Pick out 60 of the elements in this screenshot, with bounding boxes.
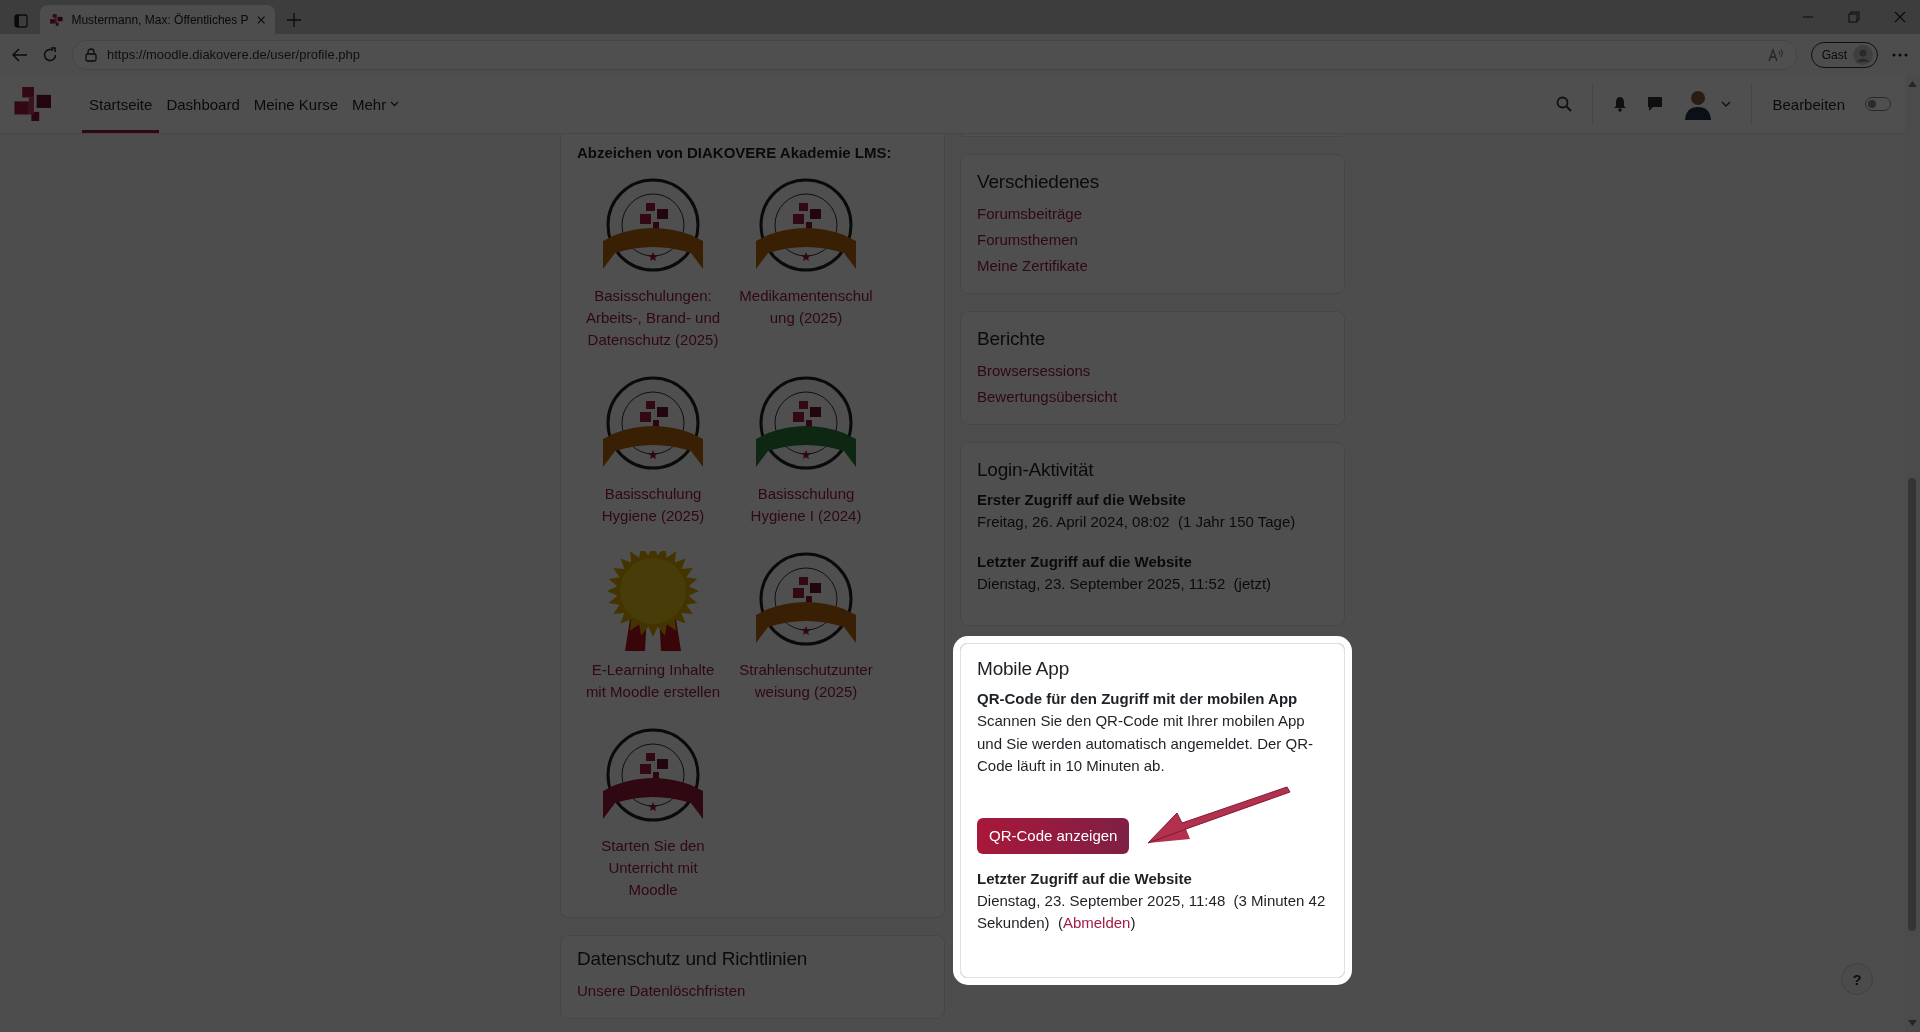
lock-icon [85,47,97,62]
help-button[interactable]: ? [1841,963,1873,995]
profile-link[interactable]: Bewertungsübersicht [977,384,1118,410]
profile-link[interactable]: Browsersessions [977,358,1091,384]
user-avatar-icon[interactable] [1683,88,1714,120]
address-bar[interactable]: https://moodle.diakovere.de/user/profile.php [72,39,1797,70]
field-value: Dienstag, 23. September 2025, 11:48 (3 Minuten 42 Sekunden) (Abmelden) [977,890,1327,933]
qr-code-heading: QR-Code für den Zugriff mit der mobilen App [977,689,1299,709]
badge-link[interactable]: Basisschulung Hygiene I (2024) [736,483,876,527]
profile-link[interactable]: Forumsbeiträge [977,201,1083,227]
scroll-up-icon[interactable] [1908,81,1917,87]
field-value: Dienstag, 23. September 2025, 11:52 (jetzt) [977,574,1273,594]
read-aloud-icon[interactable] [1767,47,1784,62]
close-icon[interactable] [1894,11,1906,23]
sidebar-icon[interactable] [14,14,28,28]
section-heading: Abzeichen von DIAKOVERE Akademie LMS: [577,144,893,161]
field-label: Letzter Zugriff auf die Website [977,552,1193,572]
profile-link[interactable]: Unsere Datenlöschfristen [577,978,746,1004]
field-label: Erster Zugriff auf die Website [977,490,1187,510]
profile-link[interactable]: Forumsthemen [977,227,1078,253]
card-title: Verschiedenes [977,171,1101,193]
card-title: Datenschutz und Richtlinien [577,948,809,970]
caret-icon[interactable] [1721,101,1732,107]
search-icon[interactable] [1556,96,1573,112]
edit-mode-label: Bearbeiten [1772,95,1845,113]
card-title: Login-Aktivität [977,459,1095,481]
card-title: Berichte [977,328,1047,350]
badge-link[interactable]: Strahlenschutzunterweisung (2025) [736,659,876,703]
chat-icon[interactable] [1647,96,1664,112]
field-label: Letzter Zugriff auf die Website [977,868,1193,889]
profile-button[interactable]: Gast [1810,41,1878,68]
field-value: Freitag, 26. April 2024, 08:02 (1 Jahr 150 Tage) [977,512,1297,532]
show-qr-code-button[interactable]: QR-Code anzeigen [977,817,1130,854]
back-icon[interactable] [12,47,28,62]
browser-tab[interactable]: Mustermann, Max: Öffentliches P [40,5,275,34]
qr-code-description: Scannen Sie den QR-Code mit Ihrer mobilen App und Sie werden automatisch angemeldet. Der QR-Code läuft in 10 Minuten ab. [977,711,1314,776]
scroll-down-icon[interactable] [1908,1020,1917,1026]
nav-tab[interactable]: Dashboard [159,78,247,133]
medal-drawing[interactable] [607,551,699,637]
more-icon[interactable] [1892,52,1908,57]
bell-icon[interactable] [1613,96,1628,112]
avatar-icon [1853,44,1873,65]
badge-link[interactable]: Basisschulung Hygiene (2025) [583,483,723,527]
logout-link[interactable]: Abmelden [1062,914,1131,931]
caret-icon [390,101,400,107]
logo[interactable] [14,87,54,121]
nav-tab[interactable]: Meine Kurse [246,78,345,133]
new-tab-icon[interactable] [287,13,301,27]
card-title: Mobile App [977,658,1070,680]
badge-link[interactable]: Starten Sie den Unterricht mit Moodle [583,835,723,901]
badge-link[interactable]: E-Learning Inhalte mit Moodle erstellen [583,659,723,703]
nav-tab[interactable]: Startseite [82,78,160,133]
close-icon[interactable] [256,14,265,25]
favicon-icon [50,12,64,27]
refresh-icon[interactable] [42,46,58,63]
badge-link[interactable]: Basisschulungen: Arbeits-, Brand- und Datenschutz (2025) [583,285,723,351]
profile-link[interactable]: Meine Zertifikate [977,253,1088,279]
nav-tab[interactable]: Mehr [345,78,407,133]
restore-icon[interactable] [1848,11,1860,23]
badge-link[interactable]: Medikamentenschulung (2025) [736,285,876,329]
